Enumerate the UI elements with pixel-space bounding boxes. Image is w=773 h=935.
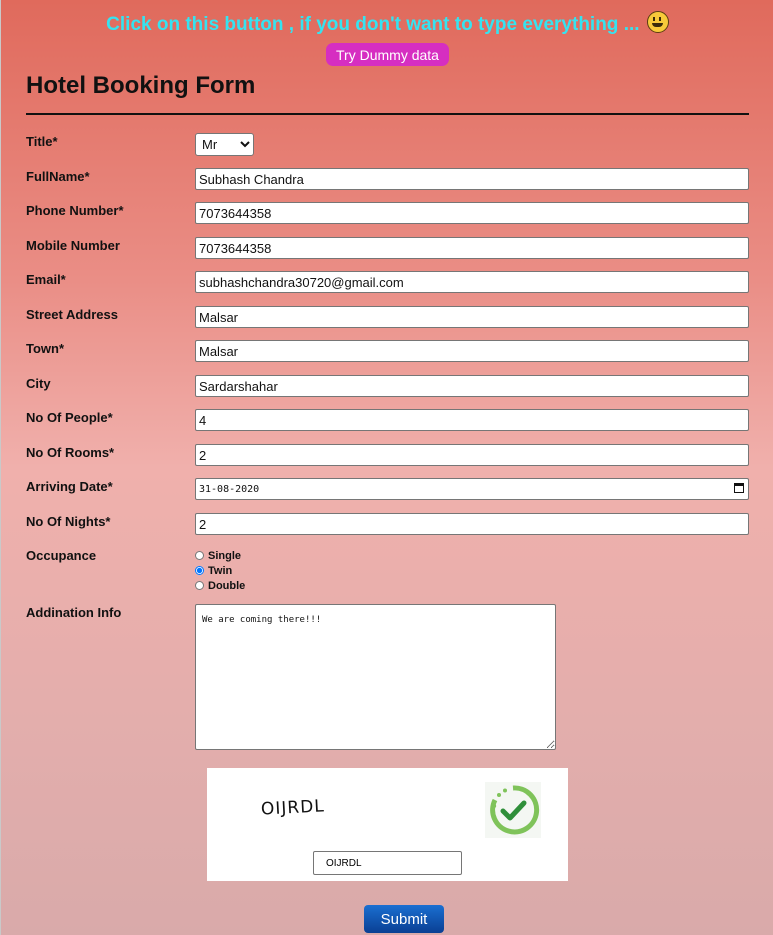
email-label: Email* [26,272,66,287]
city-input[interactable] [195,375,749,397]
arriving-date-input[interactable] [195,478,749,500]
town-label: Town* [26,341,65,356]
city-label: City [26,376,51,391]
occupance-radio-twin[interactable] [195,566,204,575]
captcha-code: OIJRDL [260,796,326,820]
phone-label: Phone Number* [26,203,124,218]
captcha-box: OIJRDL [207,768,568,881]
occupance-radio-double[interactable] [195,581,204,590]
occupance-radio-group: Single Twin Double [195,548,245,593]
occupance-option-single[interactable]: Single [195,548,245,563]
people-input[interactable] [195,409,749,431]
occupance-option-label: Twin [208,564,233,577]
captcha-input[interactable] [313,851,462,875]
occupance-option-twin[interactable]: Twin [195,563,245,578]
nights-label: No Of Nights* [26,514,111,529]
smiley-emoji-icon [646,11,669,33]
banner-text: Click on this button , if you don't want… [106,14,640,35]
fullname-input[interactable] [195,168,749,190]
town-input[interactable] [195,340,749,362]
email-input[interactable] [195,271,749,293]
occupance-option-label: Double [208,579,246,592]
title-select[interactable]: MrMrsMs [195,133,254,156]
fullname-label: FullName* [26,169,90,184]
calendar-icon[interactable] [734,483,744,493]
banner-message: Click on this button , if you don't want… [1,11,773,36]
title-divider [26,113,749,115]
title-label: Title* [26,134,58,149]
arriving-date-field [195,478,749,500]
rooms-input[interactable] [195,444,749,466]
phone-input[interactable] [195,202,749,224]
occupance-option-label: Single [208,549,242,562]
form-title: Hotel Booking Form [26,72,256,99]
occupance-option-double[interactable]: Double [195,578,245,593]
people-label: No Of People* [26,410,113,425]
additional-info-textarea[interactable]: We are coming there!!! [195,604,556,750]
mobile-label: Mobile Number [26,238,120,253]
street-address-input[interactable] [195,306,749,328]
street-address-label: Street Address [26,307,118,322]
occupance-label: Occupance [26,548,97,563]
nights-input[interactable] [195,513,749,535]
occupance-radio-single[interactable] [195,551,204,560]
rooms-label: No Of Rooms* [26,445,115,460]
additional-info-label: Addination Info [26,605,122,620]
arriving-date-label: Arriving Date* [26,479,113,494]
captcha-verified-icon [485,782,541,838]
mobile-input[interactable] [195,237,749,259]
try-dummy-data-button[interactable]: Try Dummy data [326,43,449,66]
submit-button[interactable]: Submit [364,905,444,933]
